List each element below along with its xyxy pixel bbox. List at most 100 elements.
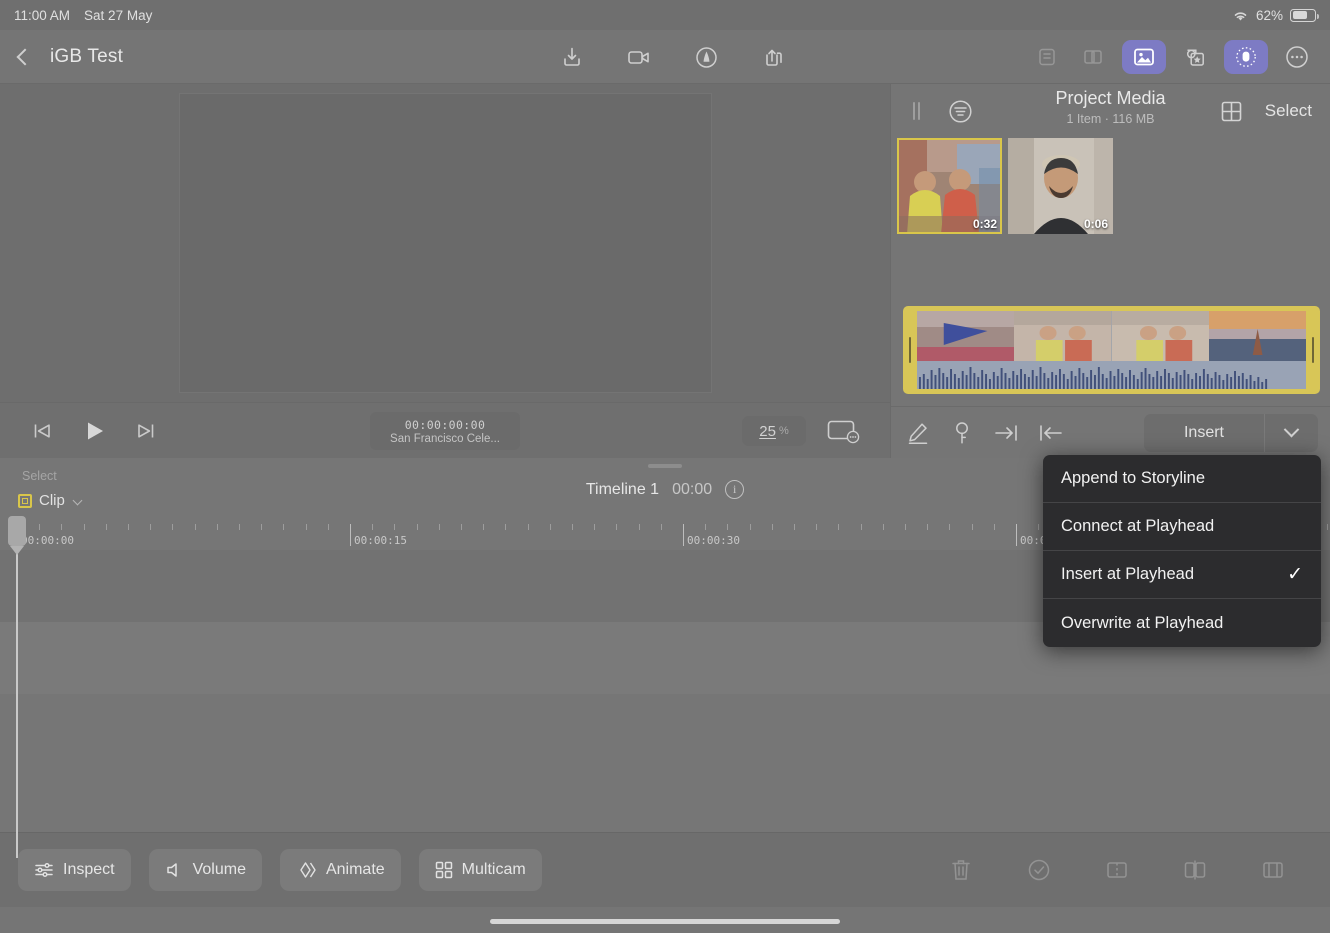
home-indicator xyxy=(490,919,840,924)
record-video-icon[interactable] xyxy=(622,40,656,74)
zoom-level-control[interactable]: 25 % xyxy=(742,416,806,446)
multicam-grid-icon xyxy=(435,861,453,879)
draw-annotate-icon[interactable] xyxy=(689,40,723,74)
timecode-display[interactable]: 00:00:00:00 San Francisco Cele... xyxy=(370,412,520,450)
media-panel-header: Project Media 1 Item · 116 MB Select xyxy=(891,84,1330,138)
info-icon[interactable]: i xyxy=(725,480,745,499)
menu-item-append-to-storyline[interactable]: Append to Storyline xyxy=(1043,455,1321,503)
skip-forward-icon[interactable] xyxy=(134,419,158,443)
soundtrack-icon[interactable] xyxy=(1224,40,1268,74)
ruler-tick xyxy=(639,524,640,530)
playback-controls xyxy=(0,417,158,445)
ruler-tick xyxy=(949,524,950,530)
keyframe-key-icon[interactable] xyxy=(945,416,979,450)
back-button[interactable] xyxy=(0,48,50,65)
ruler-tick xyxy=(838,524,839,530)
ruler-tick xyxy=(328,524,329,530)
share-export-icon[interactable] xyxy=(756,40,790,74)
ruler-tick xyxy=(616,524,617,530)
final-cut-pro-app-window: 11:00 AM Sat 27 May 62% iGB Test 00:00:0… xyxy=(0,0,1330,933)
wifi-icon xyxy=(1232,9,1249,22)
media-thumbnail-list: 0:32 0:06 xyxy=(891,138,1330,234)
ruler-tick-label: 00:00:15 xyxy=(354,534,407,547)
ruler-major-tick xyxy=(350,524,351,546)
insert-button[interactable]: Insert xyxy=(1144,413,1264,452)
play-icon[interactable] xyxy=(80,417,108,445)
more-options-icon[interactable] xyxy=(1280,40,1314,74)
status-bar-right: 62% xyxy=(1232,7,1319,23)
inspect-label: Inspect xyxy=(63,861,115,878)
volume-button[interactable]: Volume xyxy=(148,849,262,891)
transitions-icon[interactable] xyxy=(1076,40,1110,74)
ruler-tick xyxy=(727,524,728,530)
split-clip-icon[interactable] xyxy=(1100,853,1134,887)
media-thumbnail-0[interactable]: 0:32 xyxy=(897,138,1002,234)
ruler-tick xyxy=(594,524,595,530)
skip-back-icon[interactable] xyxy=(30,419,54,443)
retime-clock-icon[interactable] xyxy=(1022,853,1056,887)
filmstrip-frames xyxy=(917,311,1306,361)
ruler-tick xyxy=(417,524,418,530)
photos-media-icon[interactable] xyxy=(1122,40,1166,74)
ruler-tick xyxy=(217,524,218,530)
ruler-tick-label: 00:00:30 xyxy=(687,534,740,547)
insert-menu-toggle[interactable] xyxy=(1264,413,1318,452)
ruler-tick xyxy=(972,524,973,530)
ruler-tick xyxy=(239,524,240,530)
menu-item-label: Insert at Playhead xyxy=(1061,565,1194,583)
trim-handle-right-icon[interactable] xyxy=(1306,306,1320,394)
import-media-icon[interactable] xyxy=(555,40,589,74)
media-select-button[interactable]: Select xyxy=(1265,101,1312,121)
trim-handle-left-icon[interactable] xyxy=(903,306,917,394)
trim-start-icon[interactable] xyxy=(1033,416,1067,450)
ruler-tick xyxy=(372,524,373,530)
status-time: 11:00 AM xyxy=(14,7,71,23)
multicam-button[interactable]: Multicam xyxy=(418,849,542,891)
selected-clip-strip[interactable] xyxy=(903,306,1320,394)
check-icon: ✓ xyxy=(1287,564,1303,585)
top-navigation-bar: iGB Test xyxy=(0,30,1330,84)
duplicate-clip-icon[interactable] xyxy=(1178,853,1212,887)
display-options-icon[interactable] xyxy=(826,414,860,448)
media-panel-header-actions: Select xyxy=(1215,94,1330,128)
page-title: iGB Test xyxy=(50,45,124,67)
filter-sort-icon[interactable] xyxy=(943,94,977,128)
menu-item-connect-at-playhead[interactable]: Connect at Playhead xyxy=(1043,503,1321,551)
bottom-toolbar-actions xyxy=(944,853,1330,887)
menu-item-insert-at-playhead[interactable]: Insert at Playhead ✓ xyxy=(1043,551,1321,599)
video-viewer[interactable] xyxy=(0,84,890,402)
ruler-tick xyxy=(550,524,551,530)
ruler-tick xyxy=(39,524,40,530)
markup-pencil-icon[interactable] xyxy=(901,416,935,450)
battery-percent-label: 62% xyxy=(1255,7,1283,23)
viewer-right-controls: 25 % xyxy=(742,403,860,459)
menu-item-label: Connect at Playhead xyxy=(1061,517,1215,535)
multicam-label: Multicam xyxy=(461,861,526,878)
ruler-tick xyxy=(905,524,906,530)
ruler-tick xyxy=(483,524,484,530)
status-bar: 11:00 AM Sat 27 May 62% xyxy=(0,0,1330,30)
trim-end-icon[interactable] xyxy=(989,416,1023,450)
effects-icon[interactable] xyxy=(1178,40,1212,74)
timeline-track-row[interactable] xyxy=(0,694,1330,766)
drag-handle-icon[interactable] xyxy=(913,102,927,120)
project-media-panel: Project Media 1 Item · 116 MB Select 0:3… xyxy=(890,84,1330,458)
titles-icon[interactable] xyxy=(1030,40,1064,74)
animate-chevrons-icon xyxy=(296,861,317,879)
detach-audio-icon[interactable] xyxy=(1256,853,1290,887)
media-panel-subtitle: 1 Item · 116 MB xyxy=(1066,112,1155,126)
ruler-tick xyxy=(439,524,440,530)
inspect-button[interactable]: Inspect xyxy=(18,849,131,891)
delete-trash-icon[interactable] xyxy=(944,853,978,887)
grid-view-icon[interactable] xyxy=(1215,94,1249,128)
ruler-tick xyxy=(283,524,284,530)
menu-item-overwrite-at-playhead[interactable]: Overwrite at Playhead xyxy=(1043,599,1321,647)
playhead-icon[interactable] xyxy=(8,516,26,858)
timeline-resize-grabber[interactable] xyxy=(648,464,682,468)
media-thumbnail-1[interactable]: 0:06 xyxy=(1008,138,1113,234)
sliders-icon xyxy=(34,861,54,879)
ruler-tick xyxy=(1327,524,1328,530)
animate-button[interactable]: Animate xyxy=(279,849,401,891)
animate-label: Animate xyxy=(325,861,385,878)
ruler-tick xyxy=(261,524,262,530)
